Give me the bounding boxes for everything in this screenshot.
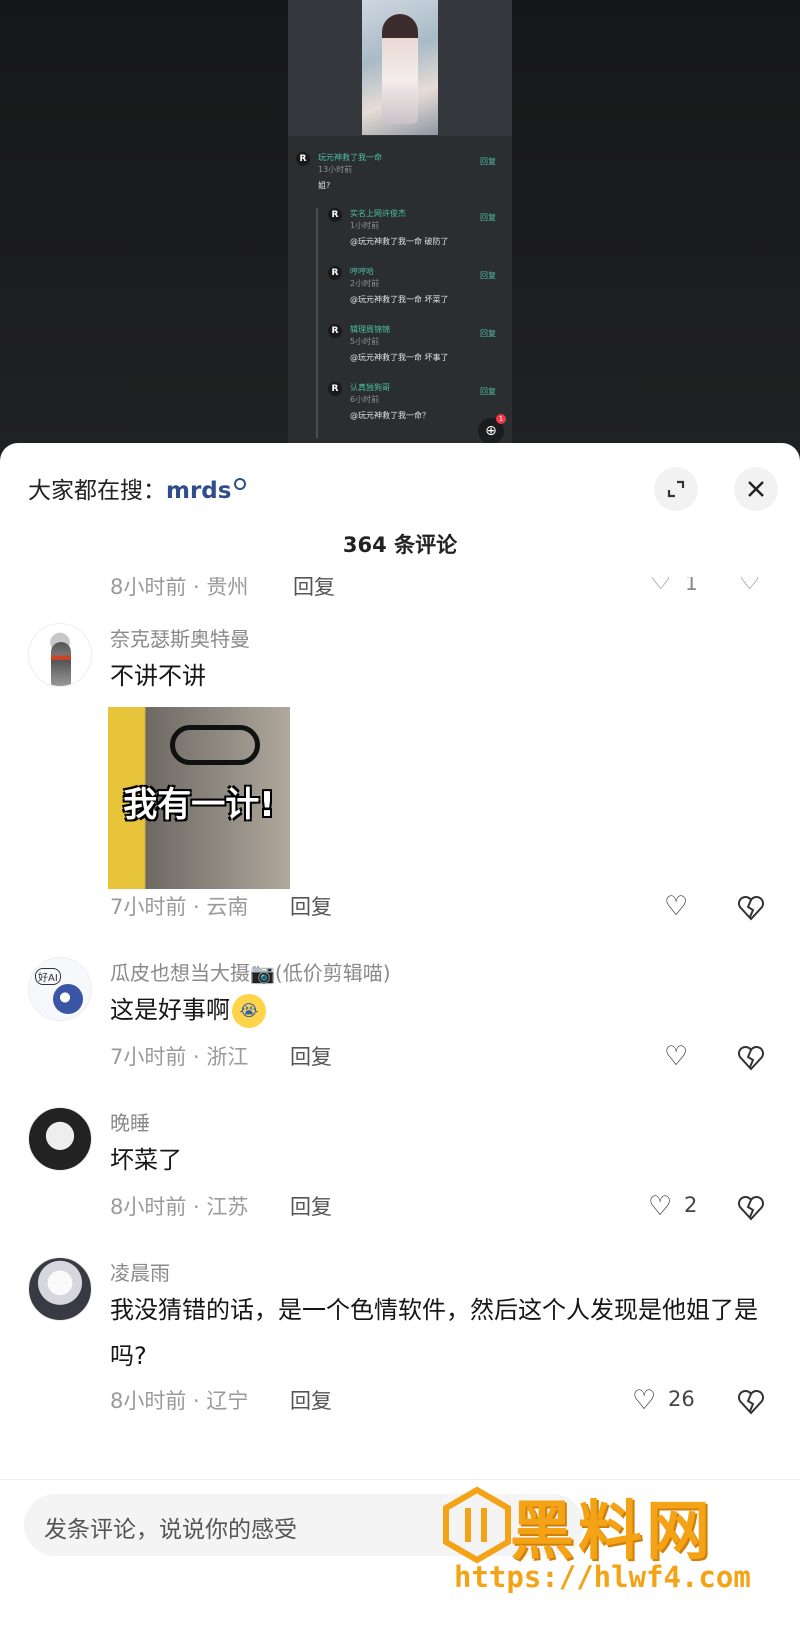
comment-meta: 7小时前 · 浙江 [110, 1045, 249, 1069]
embedded-badge: 1 [496, 414, 506, 424]
embedded-reply: R 实名上网许俊杰 1小时前 @玩元神救了我一命 破防了 回复 [328, 208, 508, 248]
watermark-logo-icon [443, 1486, 511, 1564]
comment-username[interactable]: 瓜皮也想当大摄📷(低价剪辑喵) [110, 957, 391, 986]
video-background: R 玩元神救了我一命 13小时前 姐? 回复 R 实名上网许俊杰 1小时前 @玩… [0, 0, 800, 450]
avatar[interactable] [28, 1107, 92, 1171]
avatar[interactable]: 好AI [28, 957, 92, 1021]
comment-item: 好AI 瓜皮也想当大摄📷(低价剪辑喵) 这是好事啊 😭 7小时前 · 浙江 回复 … [0, 957, 800, 1077]
sticker-caption: 我有一计! [123, 785, 275, 825]
comment-input-placeholder: 发条评论，说说你的感受 [44, 1517, 297, 1543]
search-keyword[interactable]: mrds [166, 478, 231, 504]
comment-item: 奈克瑟斯奥特曼 不讲不讲 我有一计! 7小时前 · 云南 回复 ♡ [0, 623, 800, 923]
comment-meta: 7小时前 · 云南 [110, 895, 249, 919]
watermark-url: https://hlwf4.com [454, 1560, 751, 1594]
embedded-reply: R 哼哼哈 2小时前 @玩元神救了我一命 坏菜了 回复 [328, 266, 508, 306]
comment-text: 我没猜错的话，是一个色情软件，然后这个人发现是他姐了是吗? [110, 1296, 758, 1370]
heart-icon[interactable]: ♡ [650, 577, 672, 595]
embedded-screenshot: R 玩元神救了我一命 13小时前 姐? 回复 R 实名上网许俊杰 1小时前 @玩… [288, 0, 512, 446]
expand-button[interactable] [654, 467, 698, 511]
sheet-header: 大家都在搜：mrds 364 条评论 [0, 443, 800, 583]
comment-text: 坏菜了 [110, 1146, 182, 1174]
comment-input-bar: 发条评论，说说你的感受 黑料网 https://hlwf4.com [0, 1479, 800, 1628]
clipped-comment-meta: 8小时前 · 贵州 回复 ♡ 1 ♡ [0, 577, 800, 607]
comment-text: 不讲不讲 [110, 662, 206, 690]
heart-icon[interactable]: ♡ [632, 1387, 656, 1414]
close-button[interactable] [734, 467, 778, 511]
comment-text: 这是好事啊 😭 [110, 987, 760, 1033]
comment-count: 364 条评论 [342, 533, 458, 557]
embedded-comment-list: R 玩元神救了我一命 13小时前 姐? 回复 R 实名上网许俊杰 1小时前 @玩… [288, 136, 512, 446]
like-count: 26 [668, 1387, 695, 1411]
like-count: 2 [684, 1193, 698, 1217]
comment-username[interactable]: 凌晨雨 [110, 1257, 170, 1286]
heart-icon[interactable]: ♡ [648, 1193, 672, 1220]
broken-heart-icon[interactable]: ♡ [739, 577, 761, 595]
sticker-image[interactable]: 我有一计! [108, 707, 290, 889]
heart-icon[interactable]: ♡ [664, 893, 688, 920]
comment-username[interactable]: 奈克瑟斯奥特曼 [110, 623, 250, 652]
avatar[interactable] [28, 623, 92, 687]
comment-username[interactable]: 晚睡 [110, 1107, 150, 1136]
comment-item: 凌晨雨 我没猜错的话，是一个色情软件，然后这个人发现是他姐了是吗? 8小时前 ·… [0, 1257, 800, 1427]
embedded-reply: R 认真独狗哥 6小时前 @玩元神救了我一命？ 回复 [328, 382, 508, 422]
expand-icon [667, 480, 685, 498]
search-icon [234, 478, 247, 490]
close-icon [748, 481, 764, 497]
comment-meta: 8小时前 · 贵州 [110, 577, 249, 599]
embedded-comment: R 玩元神救了我一命 13小时前 姐? 回复 [296, 152, 506, 192]
broken-heart-icon[interactable] [736, 1387, 766, 1417]
broken-heart-icon[interactable] [736, 893, 766, 923]
reply-button[interactable]: 回复 [290, 891, 332, 921]
comment-meta: 8小时前 · 辽宁 [110, 1389, 249, 1413]
comment-sheet: 大家都在搜：mrds 364 条评论 8小时前 · 贵州 回复 ♡ 1 ♡ 奈克… [0, 443, 800, 1628]
reply-button[interactable]: 回复 [290, 1191, 332, 1221]
heart-icon[interactable]: ♡ [664, 1043, 688, 1070]
broken-heart-icon[interactable] [736, 1043, 766, 1073]
comment-meta: 8小时前 · 江苏 [110, 1195, 249, 1219]
avatar-tag: 好AI [35, 968, 61, 985]
embedded-reply: R 辑理周锦锦 5小时前 @玩元神救了我一命 坏事了 回复 [328, 324, 508, 364]
broken-heart-icon[interactable] [736, 1193, 766, 1223]
watermark-text: 黑料网 [510, 1495, 714, 1569]
reply-button[interactable]: 回复 [293, 577, 335, 601]
embedded-photo [362, 0, 438, 135]
like-count: 1 [685, 577, 698, 595]
trending-search[interactable]: 大家都在搜：mrds [28, 471, 247, 505]
reply-button[interactable]: 回复 [290, 1041, 332, 1071]
comment-item: 晚睡 坏菜了 8小时前 · 江苏 回复 ♡ 2 [0, 1107, 800, 1227]
reply-button[interactable]: 回复 [290, 1385, 332, 1415]
avatar[interactable] [28, 1257, 92, 1321]
crying-emoji-icon: 😭 [232, 994, 266, 1028]
